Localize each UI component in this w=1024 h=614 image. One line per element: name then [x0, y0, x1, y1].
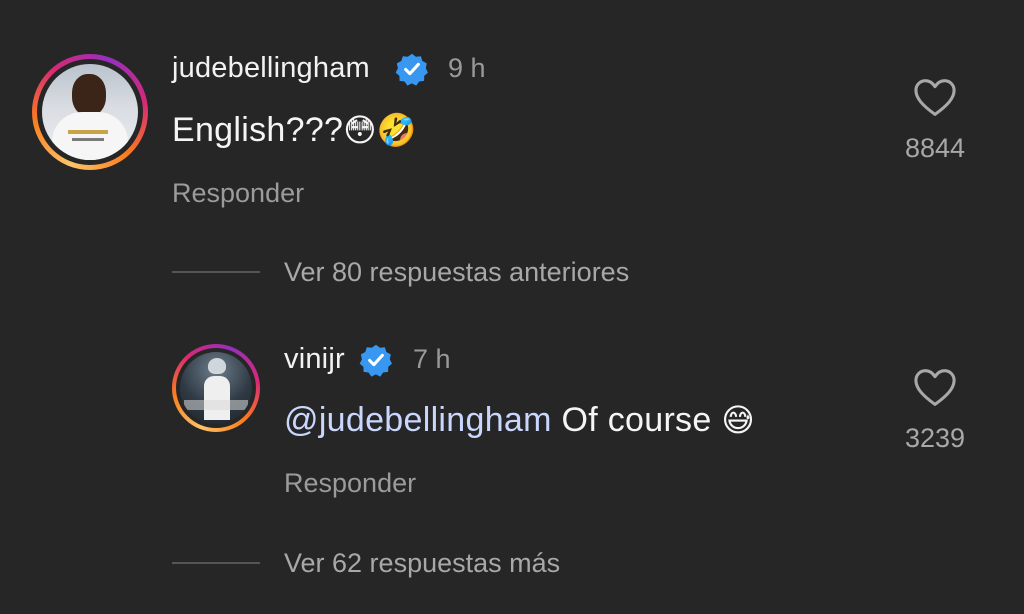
like-count: 3239	[904, 423, 966, 453]
divider-line	[172, 271, 260, 273]
comment-text: English???😳🤣	[172, 111, 417, 150]
avatar-photo	[42, 64, 138, 160]
comment-text: @judebellingham Of course 😅	[284, 401, 755, 440]
mention-link[interactable]: @judebellingham	[284, 401, 552, 439]
emoji-sweat-smile-icon: 😅	[721, 402, 755, 438]
comment-text-body: English???	[172, 111, 344, 149]
reply-button[interactable]: Responder	[172, 178, 304, 209]
avatar-judebellingham[interactable]	[32, 54, 148, 170]
avatar-photo	[180, 352, 252, 424]
view-more-replies-label[interactable]: Ver 62 respuestas más	[284, 548, 560, 579]
emoji-flushed-rofl-icon: 😳🤣	[343, 112, 418, 148]
divider-line	[172, 562, 260, 564]
comment-text-body: Of course	[551, 401, 722, 439]
comment-username[interactable]: vinijr	[284, 343, 345, 376]
like-count: 8844	[904, 133, 966, 163]
view-previous-replies-label[interactable]: Ver 80 respuestas anteriores	[284, 257, 629, 288]
verified-badge-icon	[395, 53, 428, 86]
avatar-vinijr[interactable]	[172, 344, 260, 432]
heart-icon[interactable]	[913, 78, 957, 118]
reply-button[interactable]: Responder	[284, 468, 416, 499]
heart-icon[interactable]	[913, 368, 957, 408]
comment-time: 9 h	[448, 53, 486, 83]
comment-username[interactable]: judebellingham	[172, 52, 370, 85]
verified-badge-icon	[359, 344, 392, 377]
comment-time: 7 h	[413, 344, 451, 374]
